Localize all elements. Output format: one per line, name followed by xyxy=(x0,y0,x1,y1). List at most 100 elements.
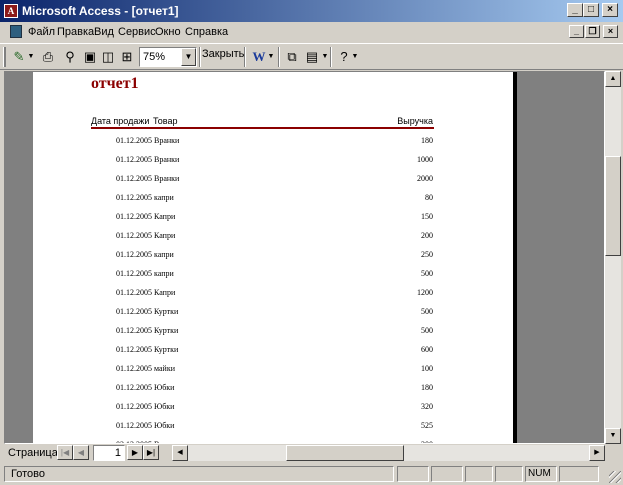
row-product: Куртки xyxy=(154,307,179,316)
first-page-icon[interactable]: |◀ xyxy=(57,445,73,460)
close-preview-button[interactable]: Закрыть xyxy=(202,48,244,60)
menu-help[interactable]: Справка xyxy=(185,26,228,38)
report-row: 01.12.2005 Капри 150 xyxy=(33,212,513,231)
report-row: 01.12.2005 Куртки 500 xyxy=(33,326,513,345)
horizontal-scroll-thumb[interactable] xyxy=(286,445,404,461)
row-product: Юбки xyxy=(154,421,175,430)
report-row: 01.12.2005 капри 250 xyxy=(33,250,513,269)
status-bar: Готово NUM xyxy=(0,463,623,485)
maximize-button[interactable]: □ xyxy=(583,3,599,17)
row-revenue: 2000 xyxy=(417,174,433,183)
prev-page-icon[interactable]: ◀ xyxy=(73,445,89,460)
resize-grip-icon[interactable] xyxy=(609,471,621,483)
page-number-input[interactable]: 1 xyxy=(93,445,125,461)
status-pane-4 xyxy=(495,466,523,482)
row-product: Юбки xyxy=(154,383,175,392)
horizontal-scrollbar[interactable]: ◀ ▶ xyxy=(172,445,605,461)
database-window-icon[interactable]: ⧉ xyxy=(282,47,302,67)
row-revenue: 1000 xyxy=(417,155,433,164)
row-date: 01.12.2005 xyxy=(116,383,152,392)
office-links-dropdown-icon[interactable]: ▼ xyxy=(266,47,276,67)
menu-view[interactable]: Вид xyxy=(94,26,114,38)
status-pane-2 xyxy=(431,466,463,482)
header-underline xyxy=(91,127,434,129)
row-date: 01.12.2005 xyxy=(116,326,152,335)
menu-tools[interactable]: Сервис xyxy=(118,26,156,38)
report-row: 01.12.2005 Капри 1200 xyxy=(33,288,513,307)
report-document-icon[interactable] xyxy=(10,25,22,38)
page-navigation-bar: Страница: |◀ ◀ 1 ▶ ▶| ◀ ▶ xyxy=(0,444,623,462)
row-date: 01.12.2005 xyxy=(116,402,152,411)
row-revenue: 320 xyxy=(421,402,433,411)
row-revenue: 180 xyxy=(421,383,433,392)
row-revenue: 500 xyxy=(421,326,433,335)
zoom-select[interactable]: 75% ▼ xyxy=(139,47,197,67)
chevron-down-icon[interactable]: ▼ xyxy=(181,48,196,66)
close-window-button[interactable]: × xyxy=(602,3,618,17)
preview-area: отчет1 Дата продажи Товар Выручка 01.12.… xyxy=(4,71,605,444)
menu-window[interactable]: Окно xyxy=(155,26,181,38)
report-row: 01.12.2005 капри 80 xyxy=(33,193,513,212)
row-revenue: 500 xyxy=(421,269,433,278)
page-edge xyxy=(513,72,517,443)
row-product: Капри xyxy=(154,288,176,297)
row-product: Капри xyxy=(154,212,176,221)
row-date: 01.12.2005 xyxy=(116,364,152,373)
row-revenue: 250 xyxy=(421,250,433,259)
next-page-icon[interactable]: ▶ xyxy=(127,445,143,460)
access-app-icon[interactable]: A xyxy=(4,4,18,18)
two-pages-icon[interactable]: ◫ xyxy=(98,47,118,67)
row-revenue: 500 xyxy=(421,307,433,316)
toolbar-options-icon[interactable]: ▼ xyxy=(350,47,360,67)
doc-close-button[interactable]: × xyxy=(603,25,618,38)
row-date: 01.12.2005 xyxy=(116,269,152,278)
last-page-icon[interactable]: ▶| xyxy=(143,445,159,460)
status-text: Готово xyxy=(4,466,394,482)
row-product: капри xyxy=(154,269,174,278)
menu-edit[interactable]: Правка xyxy=(57,26,94,38)
row-date: 01.12.2005 xyxy=(116,345,152,354)
print-icon[interactable]: ⎙ xyxy=(38,47,58,67)
row-revenue: 180 xyxy=(421,136,433,145)
row-revenue: 600 xyxy=(421,345,433,354)
row-revenue: 150 xyxy=(421,212,433,221)
new-object-dropdown-icon[interactable]: ▼ xyxy=(320,47,330,67)
vertical-scrollbar[interactable]: ▲ ▼ xyxy=(605,71,621,444)
multiple-pages-icon[interactable]: ⊞ xyxy=(117,47,137,67)
doc-restore-button[interactable]: ❐ xyxy=(585,25,600,38)
row-revenue: 200 xyxy=(421,231,433,240)
row-date: 01.12.2005 xyxy=(116,231,152,240)
new-object-icon[interactable]: ▤ xyxy=(302,47,322,67)
row-date: 01.12.2005 xyxy=(116,155,152,164)
report-page: отчет1 Дата продажи Товар Выручка 01.12.… xyxy=(33,72,513,443)
row-date: 01.12.2005 xyxy=(116,212,152,221)
menu-file[interactable]: Файл xyxy=(28,26,55,38)
row-revenue: 525 xyxy=(421,421,433,430)
window-title: Microsoft Access - [отчет1] xyxy=(22,4,179,18)
row-date: 01.12.2005 xyxy=(116,288,152,297)
view-dropdown-arrow-icon[interactable]: ▼ xyxy=(26,47,36,67)
row-product: Вранки xyxy=(154,174,180,183)
row-product: Куртки xyxy=(154,326,179,335)
row-product: Капри xyxy=(154,231,176,240)
scroll-down-icon[interactable]: ▼ xyxy=(605,428,621,444)
scroll-up-icon[interactable]: ▲ xyxy=(605,71,621,87)
row-product: Юбки xyxy=(154,402,175,411)
minimize-button[interactable]: _ xyxy=(567,3,583,17)
vertical-scroll-thumb[interactable] xyxy=(605,156,621,256)
report-row: 01.12.2005 Юбки 180 xyxy=(33,383,513,402)
one-page-icon[interactable]: ▣ xyxy=(80,47,100,67)
doc-minimize-button[interactable]: _ xyxy=(569,25,584,38)
scroll-right-icon[interactable]: ▶ xyxy=(589,445,605,461)
zoom-magnifier-icon[interactable]: ⚲ xyxy=(60,47,80,67)
row-product: Вранки xyxy=(154,136,180,145)
report-row: 01.12.2005 капри 500 xyxy=(33,269,513,288)
scroll-left-icon[interactable]: ◀ xyxy=(172,445,188,461)
row-revenue: 80 xyxy=(425,193,433,202)
menu-bar: Файл Правка Вид Сервис Окно Справка _ ❐ … xyxy=(0,22,623,42)
status-pane-6 xyxy=(559,466,599,482)
report-row: 01.12.2005 Вранки 2000 xyxy=(33,174,513,193)
status-pane-1 xyxy=(397,466,429,482)
row-date: 01.12.2005 xyxy=(116,136,152,145)
header-date: Дата продажи xyxy=(91,116,150,126)
